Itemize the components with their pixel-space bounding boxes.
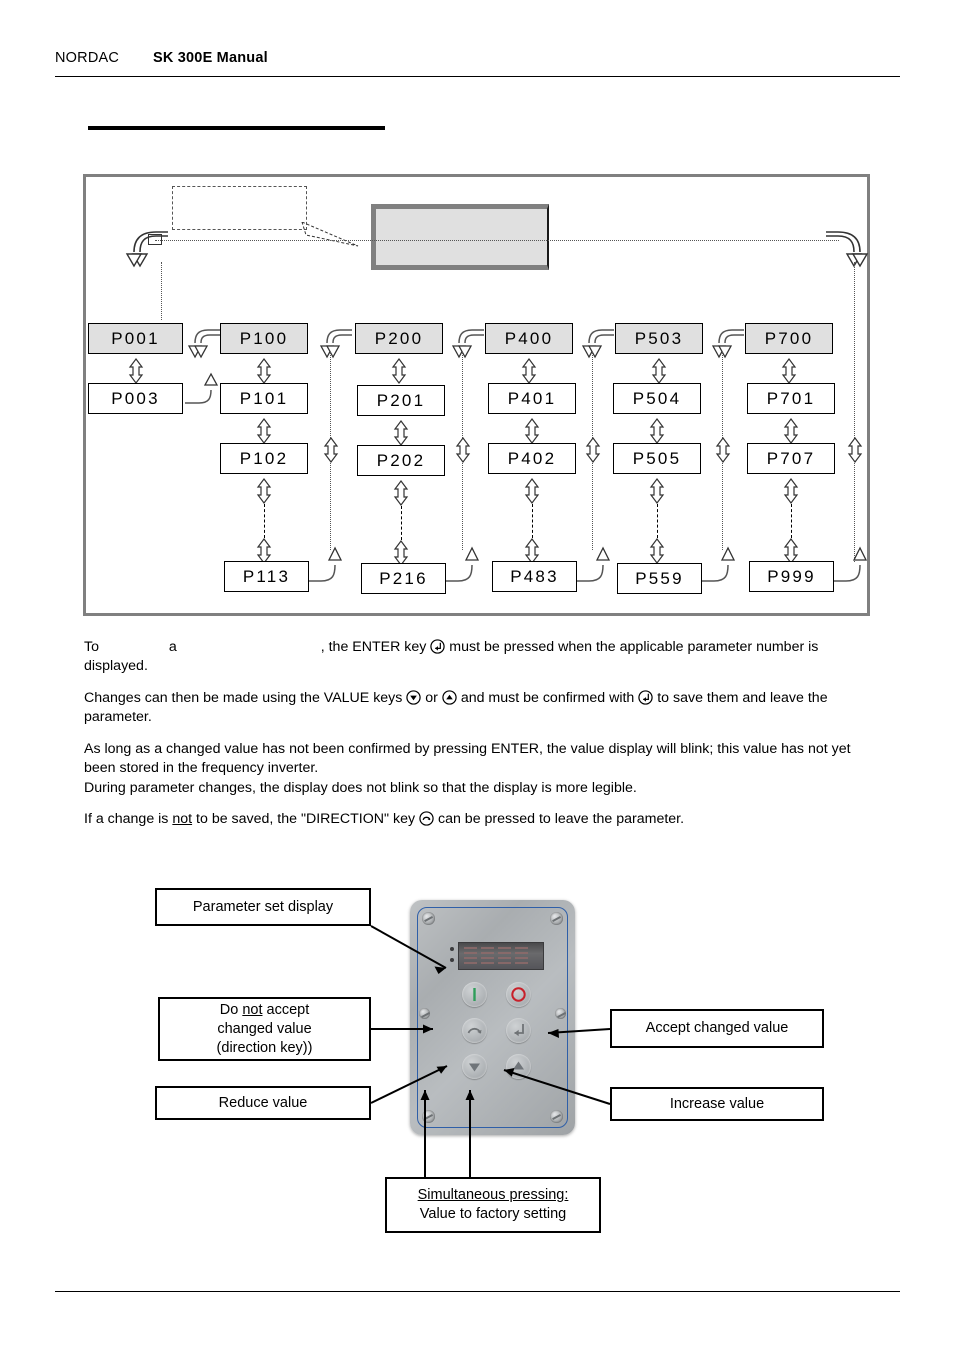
param-box-p700: P700 bbox=[745, 323, 833, 354]
p2-or: or bbox=[425, 690, 438, 706]
section-heading-bar bbox=[88, 126, 385, 130]
entry-arrow-right-icon bbox=[826, 231, 869, 268]
double-arrow-icon bbox=[323, 437, 339, 463]
param-box-p707: P707 bbox=[747, 443, 835, 474]
dash-connector bbox=[401, 506, 402, 540]
p5-not: not bbox=[172, 811, 193, 827]
page-header: NORDAC SK 300E Manual bbox=[55, 50, 900, 76]
param-box-p401: P401 bbox=[488, 383, 576, 414]
double-arrow-icon bbox=[715, 437, 731, 463]
paragraph-3: As long as a changed value has not been … bbox=[84, 741, 851, 776]
double-arrow-icon bbox=[256, 358, 272, 384]
param-box-p400: P400 bbox=[485, 323, 573, 354]
param-box-p201: P201 bbox=[357, 385, 445, 416]
param-box-p402: P402 bbox=[488, 443, 576, 474]
double-arrow-icon bbox=[651, 358, 667, 384]
double-arrow-icon bbox=[256, 418, 272, 444]
param-box-p559: P559 bbox=[617, 563, 702, 594]
drop-line-left bbox=[161, 262, 162, 320]
param-box-p504: P504 bbox=[613, 383, 701, 414]
value-up-key-icon bbox=[442, 690, 457, 705]
param-box-p102: P102 bbox=[220, 443, 308, 474]
callout-tail-icon bbox=[301, 222, 359, 247]
footer-rule bbox=[55, 1291, 900, 1292]
paragraph-1: To a , the ENTER key must be pressed whe… bbox=[84, 638, 874, 676]
double-arrow-icon bbox=[128, 358, 144, 384]
document-page: NORDAC SK 300E Manual P001 P003 P100 P10… bbox=[0, 0, 954, 1350]
dash-connector bbox=[791, 504, 792, 538]
dash-connector bbox=[532, 504, 533, 538]
param-box-p200: P200 bbox=[355, 323, 443, 354]
return-arrow-up-icon bbox=[446, 546, 480, 582]
p5-part-a: If a change is bbox=[84, 811, 169, 827]
param-box-p216: P216 bbox=[361, 563, 446, 594]
param-box-p503: P503 bbox=[615, 323, 703, 354]
loop-arrow-down-icon bbox=[319, 329, 352, 359]
p5-part-c: can be pressed to leave the parameter. bbox=[437, 811, 685, 827]
param-box-p505: P505 bbox=[613, 443, 701, 474]
p2-part-a: Changes can then be made using the VALUE… bbox=[84, 690, 403, 706]
param-box-p483: P483 bbox=[492, 561, 577, 592]
double-arrow-icon bbox=[847, 437, 863, 463]
param-box-p101: P101 bbox=[220, 383, 308, 414]
double-arrow-icon bbox=[256, 478, 272, 504]
paragraph-2: Changes can then be made using the VALUE… bbox=[84, 689, 874, 727]
return-arrow-up-icon bbox=[702, 546, 736, 582]
double-arrow-icon bbox=[649, 538, 665, 564]
enter-key-icon bbox=[430, 639, 446, 654]
double-arrow-icon bbox=[521, 358, 537, 384]
double-arrow-icon bbox=[649, 418, 665, 444]
param-box-p999: P999 bbox=[749, 561, 834, 592]
loop-arrow-down-icon bbox=[187, 329, 220, 359]
diagram-callout-box bbox=[172, 186, 307, 230]
loop-arrow-down-icon bbox=[581, 329, 614, 359]
diagram-bus-line bbox=[155, 240, 839, 241]
paragraph-4: During parameter changes, the display do… bbox=[84, 780, 637, 796]
return-arrow-up-icon bbox=[577, 546, 611, 582]
p1-part-d: must be pressed when the applicable para… bbox=[84, 639, 819, 674]
double-arrow-icon bbox=[783, 478, 799, 504]
param-box-p100: P100 bbox=[220, 323, 308, 354]
leader-lines bbox=[370, 925, 611, 1177]
header-title: SK 300E Manual bbox=[153, 50, 268, 66]
double-arrow-icon bbox=[585, 437, 601, 463]
double-arrow-icon bbox=[781, 358, 797, 384]
direction-key-icon bbox=[419, 811, 434, 826]
return-arrow-up-icon bbox=[309, 546, 343, 582]
enter-key-icon bbox=[638, 690, 653, 705]
double-arrow-icon bbox=[393, 420, 409, 446]
double-arrow-icon bbox=[524, 478, 540, 504]
p5-part-b: to be saved, the "DIRECTION" key bbox=[196, 811, 416, 827]
double-arrow-icon bbox=[393, 480, 409, 506]
diagram-gray-block bbox=[371, 204, 549, 270]
paragraph-5: If a change is not to be saved, the "DIR… bbox=[84, 810, 874, 829]
param-box-p701: P701 bbox=[747, 383, 835, 414]
loop-arrow-down-icon bbox=[451, 329, 484, 359]
p1-part-b: a bbox=[168, 639, 177, 655]
double-arrow-icon bbox=[455, 437, 471, 463]
double-arrow-icon bbox=[391, 358, 407, 384]
return-arrow-up-icon bbox=[834, 546, 868, 582]
loop-arrow-down-icon bbox=[711, 329, 744, 359]
param-box-p113: P113 bbox=[224, 561, 309, 592]
double-arrow-icon bbox=[649, 478, 665, 504]
double-arrow-icon bbox=[783, 418, 799, 444]
p1-part-c: , the ENTER key bbox=[320, 639, 427, 655]
drop-line-right bbox=[854, 262, 855, 562]
return-arrow-up-icon bbox=[185, 372, 219, 404]
header-rule bbox=[55, 76, 900, 77]
p2-part-b: and must be confirmed with bbox=[460, 690, 635, 706]
param-box-p202: P202 bbox=[357, 445, 445, 476]
param-box-p003: P003 bbox=[88, 383, 183, 414]
dash-connector bbox=[657, 504, 658, 538]
entry-arrow-left-icon bbox=[125, 231, 168, 268]
param-box-p001: P001 bbox=[88, 323, 183, 354]
header-brand: NORDAC bbox=[55, 50, 120, 66]
p1-part-a: To bbox=[84, 639, 99, 655]
value-down-key-icon bbox=[406, 690, 421, 705]
dash-connector bbox=[264, 504, 265, 538]
double-arrow-icon bbox=[524, 418, 540, 444]
